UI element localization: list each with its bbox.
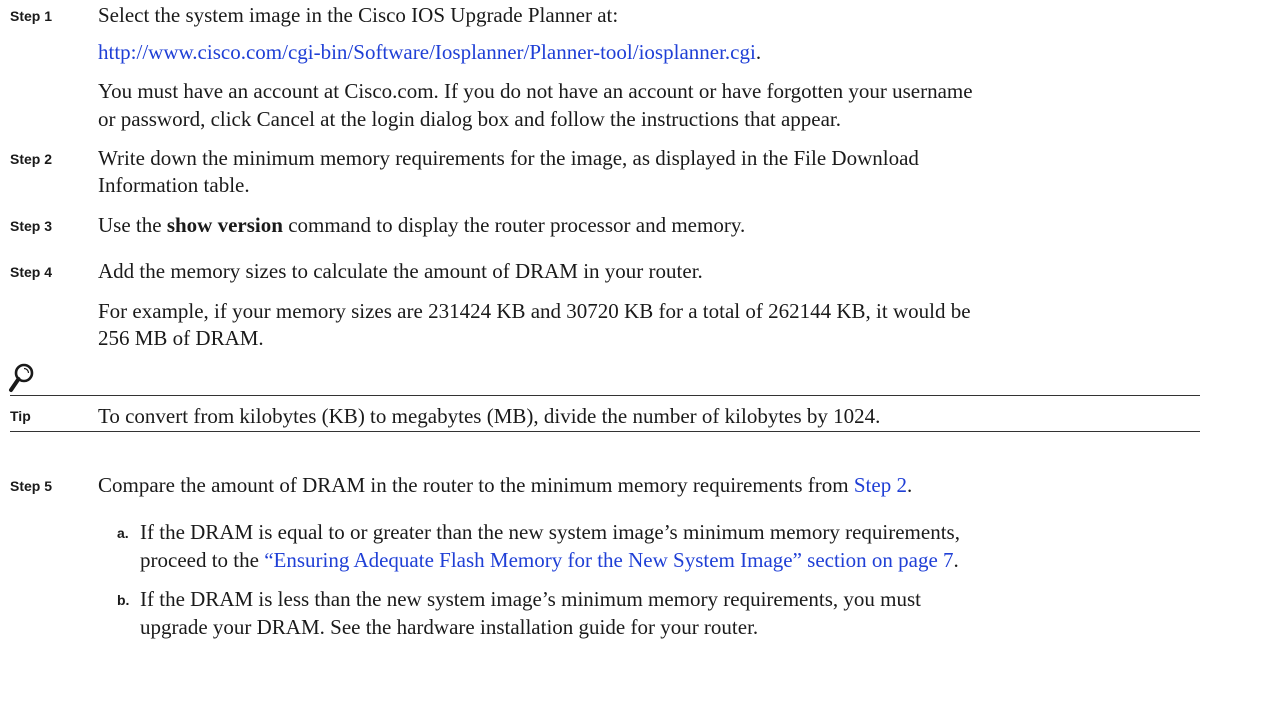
step-4-example-line-2: 256 MB of DRAM. <box>98 326 264 350</box>
flash-memory-section-link[interactable]: “Ensuring Adequate Flash Memory for the … <box>264 548 953 572</box>
step-1-text: Select the system image in the Cisco IOS… <box>98 3 619 27</box>
step-5a-pre: proceed to the <box>140 548 265 572</box>
step-5a-line-1: If the DRAM is equal to or greater than … <box>140 520 960 544</box>
step-1-label: Step 1 <box>10 8 53 24</box>
step-3-post: command to display the router processor … <box>282 213 746 237</box>
step-4-text: Add the memory sizes to calculate the am… <box>98 259 703 283</box>
step-5-label: Step 5 <box>10 478 53 494</box>
step-3-text: Use the show version command to display … <box>98 210 745 240</box>
step-5a-label: a. <box>117 525 129 541</box>
show-version-command: show version <box>166 213 283 237</box>
step-5-pre: Compare the amount of DRAM in the router… <box>98 473 854 497</box>
step-1-note-line-2: or password, click Cancel at the login d… <box>98 107 841 131</box>
step-1-note-line-1: You must have an account at Cisco.com. I… <box>98 79 973 103</box>
tip-top-rule <box>10 395 1200 396</box>
step-4-example-line-1: For example, if your memory sizes are 23… <box>98 299 971 323</box>
tip-bottom-rule <box>10 431 1200 432</box>
step-2-label: Step 2 <box>10 151 53 167</box>
step-5a-post: . <box>953 548 959 572</box>
step-4-label: Step 4 <box>10 264 53 280</box>
step-3-label: Step 3 <box>10 218 53 234</box>
url-period: . <box>755 40 762 64</box>
step-5b-line-2: upgrade your DRAM. See the hardware inst… <box>140 615 759 639</box>
step-5b-label: b. <box>117 592 130 608</box>
step-2-line-2: Information table. <box>98 173 250 197</box>
step-3-pre: Use the <box>98 213 167 237</box>
magnifier-icon <box>9 363 34 392</box>
iosplanner-link[interactable]: http://www.cisco.com/cgi-bin/Software/Io… <box>98 40 756 64</box>
step-5a-line-2: proceed to the “Ensuring Adequate Flash … <box>140 545 959 575</box>
step-5-post: . <box>906 473 913 497</box>
tip-label: Tip <box>10 408 31 424</box>
step-5b-line-1: If the DRAM is less than the new system … <box>140 587 921 611</box>
step-2-line-1: Write down the minimum memory requiremen… <box>98 146 919 170</box>
iosplanner-url[interactable]: http://www.cisco.com/cgi-bin/Software/Io… <box>98 37 761 67</box>
step-2-link[interactable]: Step 2 <box>854 473 907 497</box>
step-5-text: Compare the amount of DRAM in the router… <box>98 470 912 500</box>
tip-text: To convert from kilobytes (KB) to megaby… <box>98 404 881 428</box>
